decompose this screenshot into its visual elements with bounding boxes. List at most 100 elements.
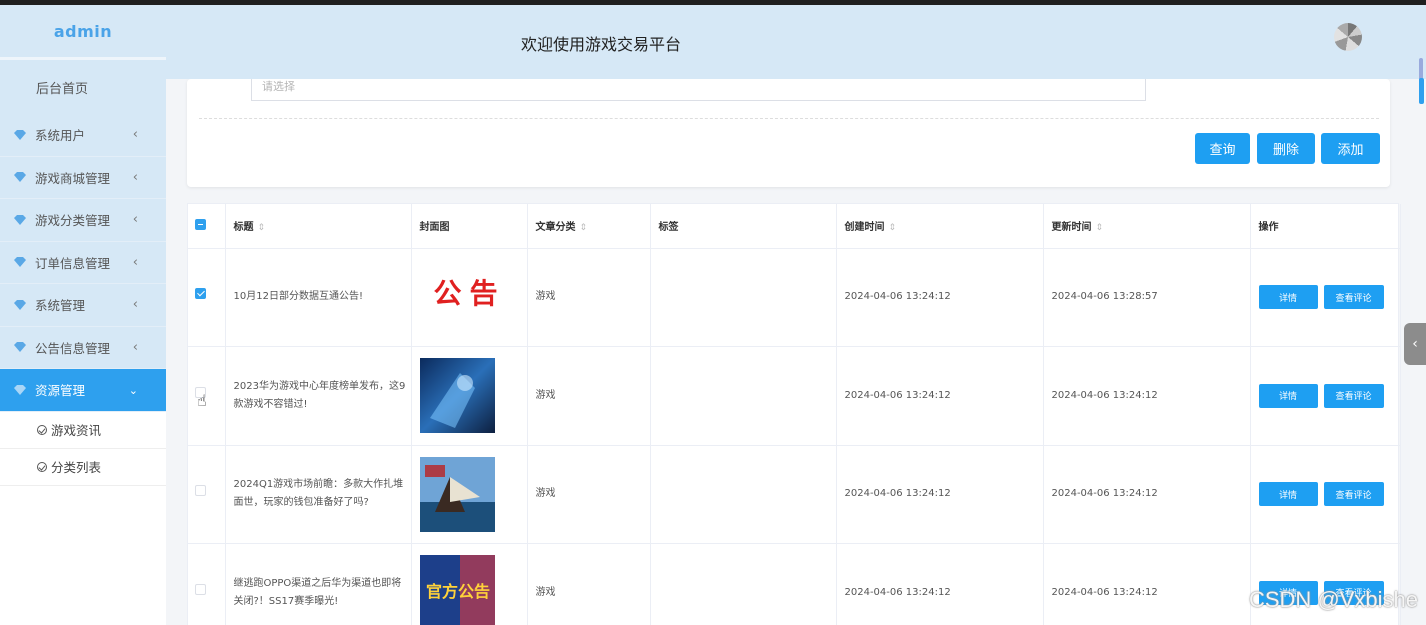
data-table: 标题 ⇕ 封面图 文章分类 ⇕ 标签 创建时间 ⇕ 更新时间 ⇕ 操作 10月12日部分… xyxy=(187,203,1401,625)
sidebar-item-label: 订单信息管理 xyxy=(35,255,111,271)
sort-icon[interactable]: ⇕ xyxy=(1096,223,1104,233)
gem-icon xyxy=(14,299,26,310)
tag-cell xyxy=(650,543,837,625)
column-header-category[interactable]: 文章分类 ⇕ xyxy=(527,204,651,249)
tag-cell xyxy=(650,346,837,446)
query-button[interactable]: 查询 xyxy=(1195,133,1250,164)
sidebar-item-resources[interactable]: 资源管理 ⌄ xyxy=(0,369,166,412)
row-checkbox[interactable] xyxy=(195,288,206,300)
sidebar-item-label: 游戏商城管理 xyxy=(35,170,111,186)
gem-icon xyxy=(14,257,26,268)
chevron-left-icon: ‹ xyxy=(132,339,138,355)
submenu-item-category-list[interactable]: 分类列表 xyxy=(0,449,166,486)
view-reviews-button[interactable]: 查看评论 xyxy=(1323,383,1384,408)
chevron-left-icon: ‹ xyxy=(132,254,138,270)
divider xyxy=(199,118,1379,119)
cover-cell xyxy=(411,445,528,544)
title-cell: 继逃跑OPPO渠道之后华为渠道也即将关闭?！SS17赛季曝光! xyxy=(225,543,412,625)
detail-button[interactable]: 详情 xyxy=(1258,482,1318,507)
sidebar-item-label: 游戏分类管理 xyxy=(35,213,111,229)
view-reviews-button[interactable]: 查看评论 xyxy=(1323,482,1384,507)
gem-icon xyxy=(14,129,26,140)
column-header-title[interactable]: 标题 ⇕ xyxy=(225,204,412,249)
cover-cell xyxy=(411,346,528,446)
submenu-item-label: 分类列表 xyxy=(51,460,102,475)
cover-cell: 官方公告 xyxy=(411,543,528,625)
actions-cell: 详情 查看评论 xyxy=(1250,346,1401,446)
submenu-item-game-news[interactable]: 游戏资讯 xyxy=(0,412,166,449)
column-header-updated[interactable]: 更新时间 ⇕ xyxy=(1043,204,1251,249)
cover-image xyxy=(419,358,495,434)
tag-cell xyxy=(650,445,837,544)
gem-icon xyxy=(14,342,26,353)
delete-button[interactable]: 删除 xyxy=(1257,133,1315,164)
sidebar: admin 后台首页 系统用户 ‹ 游戏商城管理 ‹ 游戏分类管理 ‹ 订单信息… xyxy=(0,5,166,625)
category-cell: 游戏 xyxy=(527,445,651,544)
chevron-left-icon: ‹ xyxy=(132,297,138,312)
page-title: 欢迎使用游戏交易平台 xyxy=(521,35,682,54)
sidebar-item-game-category[interactable]: 游戏分类管理 ‹ xyxy=(0,199,166,242)
row-check-cell xyxy=(188,445,226,544)
row-checkbox[interactable] xyxy=(195,485,206,497)
column-header-cover: 封面图 xyxy=(411,204,528,249)
sidebar-item-home[interactable]: 后台首页 xyxy=(0,57,166,114)
select-all-cell xyxy=(188,204,226,249)
view-reviews-button[interactable]: 查看评论 xyxy=(1323,285,1384,310)
table-row: 继逃跑OPPO渠道之后华为渠道也即将关闭?！SS17赛季曝光! 官方公告 游戏 … xyxy=(188,543,1401,625)
scrollbar-thumb[interactable] xyxy=(1419,78,1424,104)
chevron-left-icon: ‹ xyxy=(132,169,138,185)
row-checkbox[interactable] xyxy=(195,583,206,595)
category-select[interactable]: 请选择 xyxy=(251,79,1146,101)
created-cell: 2024-04-06 13:24:12 xyxy=(836,543,1044,625)
sidebar-item-label: 系统管理 xyxy=(35,298,86,314)
sidebar-item-label: 资源管理 xyxy=(35,383,86,399)
actions-cell: 详情 查看评论 xyxy=(1250,248,1401,347)
gem-icon xyxy=(14,214,26,225)
sidebar-item-label: 系统用户 xyxy=(35,128,86,144)
detail-button[interactable]: 详情 xyxy=(1258,285,1318,310)
sidebar-item-label: 公告信息管理 xyxy=(35,340,111,356)
table-row: 10月12日部分数据互通公告! 公告 游戏 2024-04-06 13:24:1… xyxy=(188,248,1401,347)
gem-icon xyxy=(14,172,26,183)
sort-icon[interactable]: ⇕ xyxy=(580,223,588,233)
sidebar-item-system-users[interactable]: 系统用户 ‹ xyxy=(0,114,166,157)
sort-icon[interactable]: ⇕ xyxy=(889,223,897,233)
updated-cell: 2024-04-06 13:24:12 xyxy=(1043,543,1251,625)
column-header-tags: 标签 xyxy=(650,204,837,249)
hand-cursor-icon: ☝ xyxy=(197,391,207,410)
collapse-panel-tab[interactable]: ‹ xyxy=(1404,323,1426,365)
select-all-checkbox[interactable] xyxy=(195,218,206,230)
submenu-item-label: 游戏资讯 xyxy=(51,423,102,438)
cover-cell: 公告 xyxy=(411,248,528,347)
search-panel: 请选择 查询 删除 添加 xyxy=(187,79,1390,187)
chevron-left-icon: ‹ xyxy=(1412,336,1418,352)
category-cell: 游戏 xyxy=(527,248,651,347)
watermark: CSDN @Vxbishe xyxy=(1248,587,1418,612)
created-cell: 2024-04-06 13:24:12 xyxy=(836,445,1044,544)
updated-cell: 2024-04-06 13:24:12 xyxy=(1043,445,1251,544)
gem-icon xyxy=(14,384,26,395)
sidebar-item-game-mall[interactable]: 游戏商城管理 ‹ xyxy=(0,157,166,199)
table-row: 2024Q1游戏市场前瞻：多款大作扎堆面世，玩家的钱包准备好了吗? 游戏 202… xyxy=(188,445,1401,544)
top-header: 欢迎使用游戏交易平台 xyxy=(166,5,1426,79)
cover-image-caption: 官方公告 xyxy=(426,582,490,601)
column-header-actions: 操作 xyxy=(1250,204,1401,249)
row-check-cell xyxy=(188,248,226,347)
sort-icon[interactable]: ⇕ xyxy=(258,223,266,233)
title-cell: 2023华为游戏中心年度榜单发布，这9款游戏不容错过! xyxy=(225,346,412,446)
column-header-created[interactable]: 创建时间 ⇕ xyxy=(836,204,1044,249)
add-button[interactable]: 添加 xyxy=(1321,133,1380,164)
cover-image-notice: 公告 xyxy=(433,276,506,310)
sidebar-item-notices[interactable]: 公告信息管理 ‹ xyxy=(0,327,166,369)
updated-cell: 2024-04-06 13:24:12 xyxy=(1043,346,1251,446)
sidebar-item-orders[interactable]: 订单信息管理 ‹ xyxy=(0,242,166,284)
category-cell: 游戏 xyxy=(527,346,651,446)
avatar[interactable] xyxy=(1334,23,1362,51)
title-cell: 10月12日部分数据互通公告! xyxy=(225,248,412,347)
detail-button[interactable]: 详情 xyxy=(1258,383,1318,408)
submenu: 游戏资讯 分类列表 xyxy=(0,411,166,486)
chevron-down-icon: ⌄ xyxy=(128,384,138,397)
sidebar-item-system[interactable]: 系统管理 ‹ xyxy=(0,284,166,327)
chevron-left-icon: ‹ xyxy=(132,127,138,142)
updated-cell: 2024-04-06 13:28:57 xyxy=(1043,248,1251,347)
